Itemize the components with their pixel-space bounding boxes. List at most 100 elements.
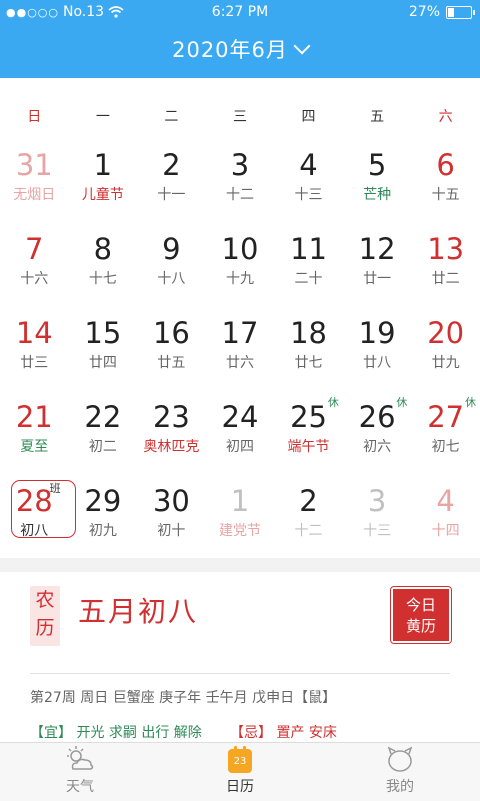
tab-bar: 天气 23 日历 我的 — [0, 742, 480, 801]
tab-profile[interactable]: 我的 — [320, 743, 480, 801]
day-number: 11 — [290, 232, 327, 266]
lunar-label-2: 历 — [35, 617, 55, 639]
calendar-day[interactable]: 23 奥林匹克 — [137, 392, 206, 476]
month-selector[interactable]: 2020年6月 — [0, 34, 480, 64]
lunar-day-label: 建党节 — [218, 523, 261, 539]
day-number: 12 — [358, 232, 396, 266]
lunar-day-label: 芒种 — [363, 187, 392, 203]
workday-badge: 班 — [49, 482, 61, 495]
weekday-label: 六 — [438, 109, 453, 125]
calendar-day[interactable]: 6 十五 — [411, 140, 480, 224]
calendar-icon-wrap: 23 — [160, 743, 320, 773]
calendar-day[interactable]: 27 初七休 — [411, 392, 480, 476]
lunar-day-label: 十七 — [88, 271, 117, 287]
calendar-day[interactable]: 3 十三 — [343, 476, 412, 560]
calendar-day[interactable]: 9 十八 — [137, 224, 206, 308]
calendar-day[interactable]: 16 廿五 — [137, 308, 206, 392]
calendar-day[interactable]: 1 儿童节 — [69, 140, 138, 224]
calendar-day[interactable]: 20 廿九 — [411, 308, 480, 392]
lunar-day-label: 端午节 — [287, 439, 330, 455]
holiday-badge: 休 — [327, 396, 339, 409]
day-number: 29 — [84, 484, 122, 518]
calendar-day[interactable]: 29 初九 — [69, 476, 138, 560]
calendar-day[interactable]: 3 十二 — [206, 140, 275, 224]
calendar-day[interactable]: 13 廿二 — [411, 224, 480, 308]
calendar-week-row: 31 无烟日 1 儿童节 2 十一 3 十二 4 十三 5 芒种 6 十五 — [0, 140, 480, 224]
calendar-day[interactable]: 30 初十 — [137, 476, 206, 560]
lunar-day-label: 廿七 — [294, 355, 323, 371]
calendar-day[interactable]: 4 十四 — [411, 476, 480, 560]
lunar-day-label: 无烟日 — [13, 187, 56, 203]
calendar-grid: 31 无烟日 1 儿童节 2 十一 3 十二 4 十三 5 芒种 6 十五 7 十六 8 十七 9 十八 10 十九 11 二… — [0, 140, 480, 560]
weekday-label: 五 — [370, 109, 385, 125]
day-number: 5 — [367, 148, 387, 182]
day-number: 2 — [299, 484, 318, 518]
lunar-day-label: 儿童节 — [81, 187, 124, 203]
lunar-day-label: 初四 — [225, 439, 254, 455]
holiday-badge: 休 — [396, 396, 408, 409]
tab-weather[interactable]: 天气 — [0, 743, 160, 801]
calendar-day[interactable]: 15 廿四 — [69, 308, 138, 392]
lunar-label-1: 农 — [35, 589, 55, 611]
calendar-day[interactable]: 10 十九 — [206, 224, 275, 308]
calendar-day[interactable]: 7 十六 — [0, 224, 69, 308]
lunar-day-label: 十八 — [157, 271, 186, 287]
calendar-day[interactable]: 8 十七 — [69, 224, 138, 308]
calendar-day[interactable]: 25 端午节休 — [274, 392, 343, 476]
status-right: 27% — [409, 4, 475, 20]
lunar-day-label: 廿六 — [225, 355, 254, 371]
calendar-day[interactable]: 19 廿八 — [343, 308, 412, 392]
calendar-day[interactable]: 2 十一 — [137, 140, 206, 224]
tab-calendar[interactable]: 23 日历 — [160, 743, 320, 801]
today-almanac-button[interactable]: 今日 黄历 — [390, 586, 452, 644]
calendar-day[interactable]: 28 初八班 — [0, 476, 76, 560]
calendar-day[interactable]: 14 廿三 — [0, 308, 69, 392]
profile-icon — [320, 743, 480, 773]
calendar-day[interactable]: 2 十二 — [274, 476, 343, 560]
day-number: 19 — [358, 316, 396, 350]
month-title: 2020年6月 — [172, 38, 288, 62]
lunar-day-label: 十一 — [157, 187, 186, 203]
status-bar: ●●○○○ No.13 6:27 PM 27% — [0, 0, 480, 26]
day-number: 17 — [221, 316, 259, 350]
suitable-activities: 【宜】 开光 求嗣 出行 解除 — [30, 725, 202, 741]
lunar-day-label: 十九 — [225, 271, 254, 287]
calendar-day[interactable]: 1 建党节 — [206, 476, 275, 560]
lunar-day-label: 廿九 — [431, 355, 460, 371]
battery-level — [448, 7, 455, 17]
lunar-day-label: 廿五 — [157, 355, 186, 371]
lunar-day-label: 十三 — [294, 187, 323, 203]
calendar-day[interactable]: 4 十三 — [274, 140, 343, 224]
day-number: 31 — [15, 148, 53, 182]
day-number: 18 — [290, 316, 327, 350]
calendar-day[interactable]: 18 廿七 — [274, 308, 343, 392]
lunar-day-label: 十四 — [431, 523, 460, 539]
weekday-label: 四 — [301, 109, 316, 125]
tab-profile-label: 我的 — [386, 779, 414, 795]
calendar-day[interactable]: 24 初四 — [206, 392, 275, 476]
calendar-day[interactable]: 5 芒种 — [343, 140, 412, 224]
calendar-day[interactable]: 22 初二 — [69, 392, 138, 476]
calendar-day[interactable]: 12 廿一 — [343, 224, 412, 308]
lunar-day-label: 初九 — [88, 523, 117, 539]
day-number: 6 — [436, 148, 455, 182]
lunar-day-label: 奥林匹克 — [143, 439, 200, 455]
lunar-day-label: 十六 — [20, 271, 49, 287]
almanac-label: 今日 黄历 — [393, 589, 449, 641]
day-number: 2 — [162, 148, 181, 182]
battery-icon — [446, 5, 475, 19]
calendar-day[interactable]: 26 初六休 — [343, 392, 412, 476]
avoid-activities: 【忌】 置产 安床 — [230, 725, 337, 741]
day-number: 10 — [221, 232, 259, 266]
day-number: 13 — [427, 232, 465, 266]
calendar-day[interactable]: 31 无烟日 — [0, 140, 69, 224]
calendar-day[interactable]: 11 二十 — [274, 224, 343, 308]
calendar-day[interactable]: 21 夏至 — [0, 392, 69, 476]
day-number: 3 — [367, 484, 387, 518]
weekday-label: 日 — [27, 109, 42, 125]
lunar-day-label: 十三 — [363, 523, 392, 539]
day-number: 15 — [84, 316, 122, 350]
day-number: 21 — [15, 400, 53, 434]
calendar-day[interactable]: 17 廿六 — [206, 308, 275, 392]
weekday-label: 一 — [95, 109, 110, 125]
